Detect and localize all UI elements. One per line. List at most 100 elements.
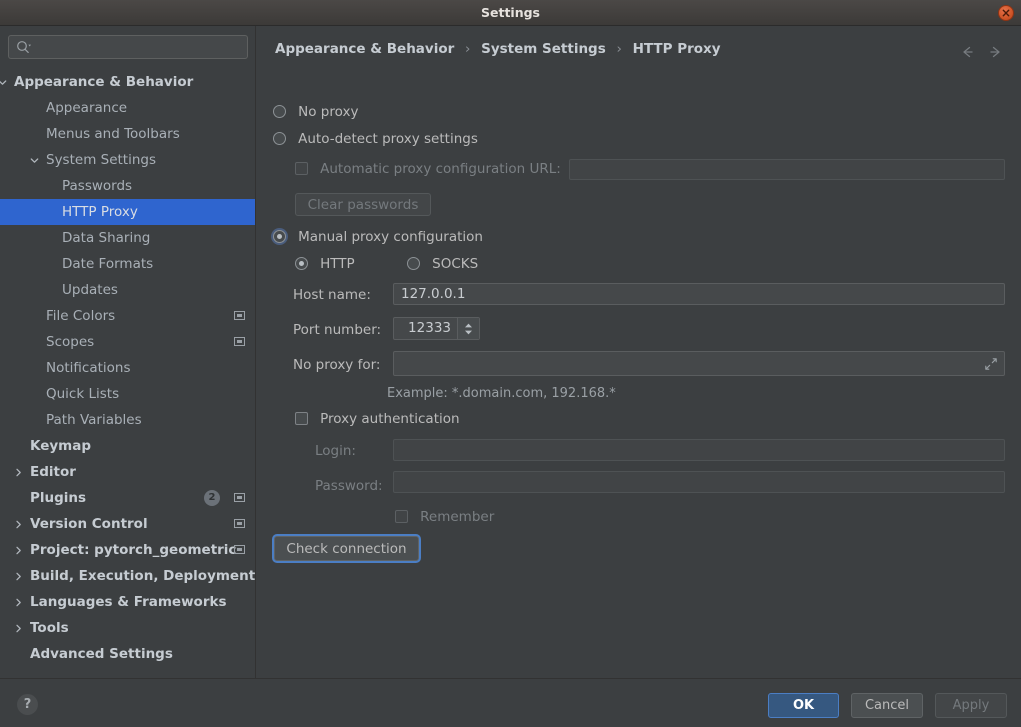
remember-row[interactable]: Remember — [395, 509, 494, 525]
protocol-row: HTTP SOCKS — [295, 256, 478, 272]
password-input[interactable] — [393, 471, 1005, 493]
chevron-right-icon[interactable] — [12, 459, 24, 485]
sidebar-item-label: Appearance — [46, 100, 128, 116]
port-spinner-buttons[interactable] — [457, 318, 479, 339]
sidebar-item-keymap[interactable]: Keymap — [0, 433, 255, 459]
ok-button[interactable]: OK — [768, 693, 839, 718]
no-proxy-option[interactable]: No proxy — [273, 104, 358, 120]
example-hint: Example: *.domain.com, 192.168.* — [387, 386, 616, 401]
auto-detect-label: Auto-detect proxy settings — [298, 131, 478, 147]
host-name-label: Host name: — [293, 287, 371, 303]
sidebar-item-http-proxy[interactable]: HTTP Proxy — [0, 199, 255, 225]
proxy-auth-checkbox[interactable] — [295, 412, 308, 425]
expand-icon[interactable] — [984, 357, 998, 371]
chevron-down-icon[interactable] — [0, 69, 8, 95]
sidebar-item-build-execution-deployment[interactable]: Build, Execution, Deployment — [0, 563, 255, 589]
sidebar-item-label: Tools — [30, 620, 69, 636]
sidebar-item-version-control[interactable]: Version Control — [0, 511, 255, 537]
sidebar-item-data-sharing[interactable]: Data Sharing — [0, 225, 255, 251]
port-number-label: Port number: — [293, 322, 382, 338]
search-icon — [16, 40, 32, 59]
sidebar-item-notifications[interactable]: Notifications — [0, 355, 255, 381]
plugins-count-badge: 2 — [204, 490, 220, 506]
auto-detect-option[interactable]: Auto-detect proxy settings — [273, 131, 478, 147]
login-input[interactable] — [393, 439, 1005, 461]
spinner-up-icon[interactable] — [464, 323, 473, 328]
chevron-right-icon[interactable] — [12, 511, 24, 537]
modified-indicator-icon — [234, 545, 245, 554]
auto-detect-radio[interactable] — [273, 132, 286, 145]
sidebar-item-project-pytorch-geometric[interactable]: Project: pytorch_geometric — [0, 537, 255, 563]
clear-passwords-button[interactable]: Clear passwords — [295, 193, 431, 216]
navigation-arrows — [958, 43, 1005, 61]
manual-proxy-option[interactable]: Manual proxy configuration — [273, 229, 483, 245]
sidebar-item-label: Updates — [62, 282, 118, 298]
remember-checkbox[interactable] — [395, 510, 408, 523]
sidebar-item-system-settings[interactable]: System Settings — [0, 147, 255, 173]
sidebar-item-appearance[interactable]: Appearance — [0, 95, 255, 121]
breadcrumb-part-1[interactable]: Appearance & Behavior — [275, 41, 454, 57]
no-proxy-for-input[interactable] — [394, 352, 980, 375]
chevron-down-icon[interactable] — [28, 147, 40, 173]
breadcrumb-separator-2: › — [616, 41, 622, 57]
sidebar-item-label: System Settings — [46, 152, 157, 168]
sidebar-item-tools[interactable]: Tools — [0, 615, 255, 641]
chevron-right-icon[interactable] — [12, 537, 24, 563]
chevron-right-icon[interactable] — [12, 589, 24, 615]
bottom-bar: ? OK Cancel Apply — [0, 678, 1021, 727]
apply-button[interactable]: Apply — [935, 693, 1007, 718]
manual-proxy-radio[interactable] — [273, 230, 286, 243]
host-name-input[interactable] — [393, 283, 1005, 305]
check-connection-button[interactable]: Check connection — [274, 536, 419, 561]
sidebar-item-editor[interactable]: Editor — [0, 459, 255, 485]
chevron-right-icon[interactable] — [12, 563, 24, 589]
close-icon[interactable] — [998, 5, 1014, 21]
sidebar-item-date-formats[interactable]: Date Formats — [0, 251, 255, 277]
login-label: Login: — [315, 443, 356, 459]
content-panel: Appearance & Behavior › System Settings … — [257, 26, 1021, 678]
cancel-button[interactable]: Cancel — [851, 693, 923, 718]
auto-url-input[interactable] — [569, 159, 1005, 180]
sidebar-item-label: Plugins — [30, 490, 87, 506]
sidebar-item-label: Notifications — [46, 360, 131, 376]
sidebar-item-passwords[interactable]: Passwords — [0, 173, 255, 199]
port-number-stepper[interactable]: 12333 — [393, 317, 480, 340]
sidebar-item-label: Scopes — [46, 334, 95, 350]
sidebar-item-path-variables[interactable]: Path Variables — [0, 407, 255, 433]
help-icon[interactable]: ? — [17, 694, 38, 715]
port-number-value[interactable]: 12333 — [394, 318, 457, 339]
sidebar-item-appearance-behavior[interactable]: Appearance & Behavior — [0, 69, 255, 95]
http-radio[interactable] — [295, 257, 308, 270]
sidebar-item-languages-frameworks[interactable]: Languages & Frameworks — [0, 589, 255, 615]
no-proxy-for-field[interactable] — [393, 351, 1005, 376]
arrow-right-icon[interactable] — [987, 43, 1005, 61]
sidebar-item-advanced-settings[interactable]: Advanced Settings — [0, 641, 255, 667]
no-proxy-label: No proxy — [298, 104, 359, 120]
socks-radio[interactable] — [406, 257, 420, 270]
settings-tree: Appearance & Behavior Appearance Menus and… — [0, 69, 255, 667]
sidebar-item-menus-and-toolbars[interactable]: Menus and Toolbars — [0, 121, 255, 147]
modified-indicator-icon — [234, 493, 245, 502]
sidebar-item-plugins[interactable]: Plugins 2 — [0, 485, 255, 511]
modified-indicator-icon — [234, 311, 245, 320]
spinner-down-icon[interactable] — [464, 330, 473, 335]
sidebar-item-label: Date Formats — [62, 256, 154, 272]
sidebar-item-updates[interactable]: Updates — [0, 277, 255, 303]
sidebar-item-scopes[interactable]: Scopes — [0, 329, 255, 355]
auto-url-checkbox[interactable] — [295, 162, 308, 175]
search-input[interactable] — [37, 36, 243, 58]
sidebar-item-label: Menus and Toolbars — [46, 126, 180, 142]
sidebar-item-file-colors[interactable]: File Colors — [0, 303, 255, 329]
window-title: Settings — [480, 5, 540, 20]
chevron-right-icon[interactable] — [12, 615, 24, 641]
search-wrap — [8, 35, 248, 59]
title-bar: Settings — [0, 0, 1021, 26]
sidebar-item-label: Version Control — [30, 516, 148, 532]
sidebar-item-quick-lists[interactable]: Quick Lists — [0, 381, 255, 407]
breadcrumb-part-2[interactable]: System Settings — [481, 41, 606, 57]
arrow-left-icon[interactable] — [958, 43, 976, 61]
sidebar-item-label: Quick Lists — [46, 386, 120, 402]
search-box[interactable] — [8, 35, 248, 59]
proxy-auth-row[interactable]: Proxy authentication — [295, 411, 460, 427]
no-proxy-radio[interactable] — [273, 105, 286, 118]
